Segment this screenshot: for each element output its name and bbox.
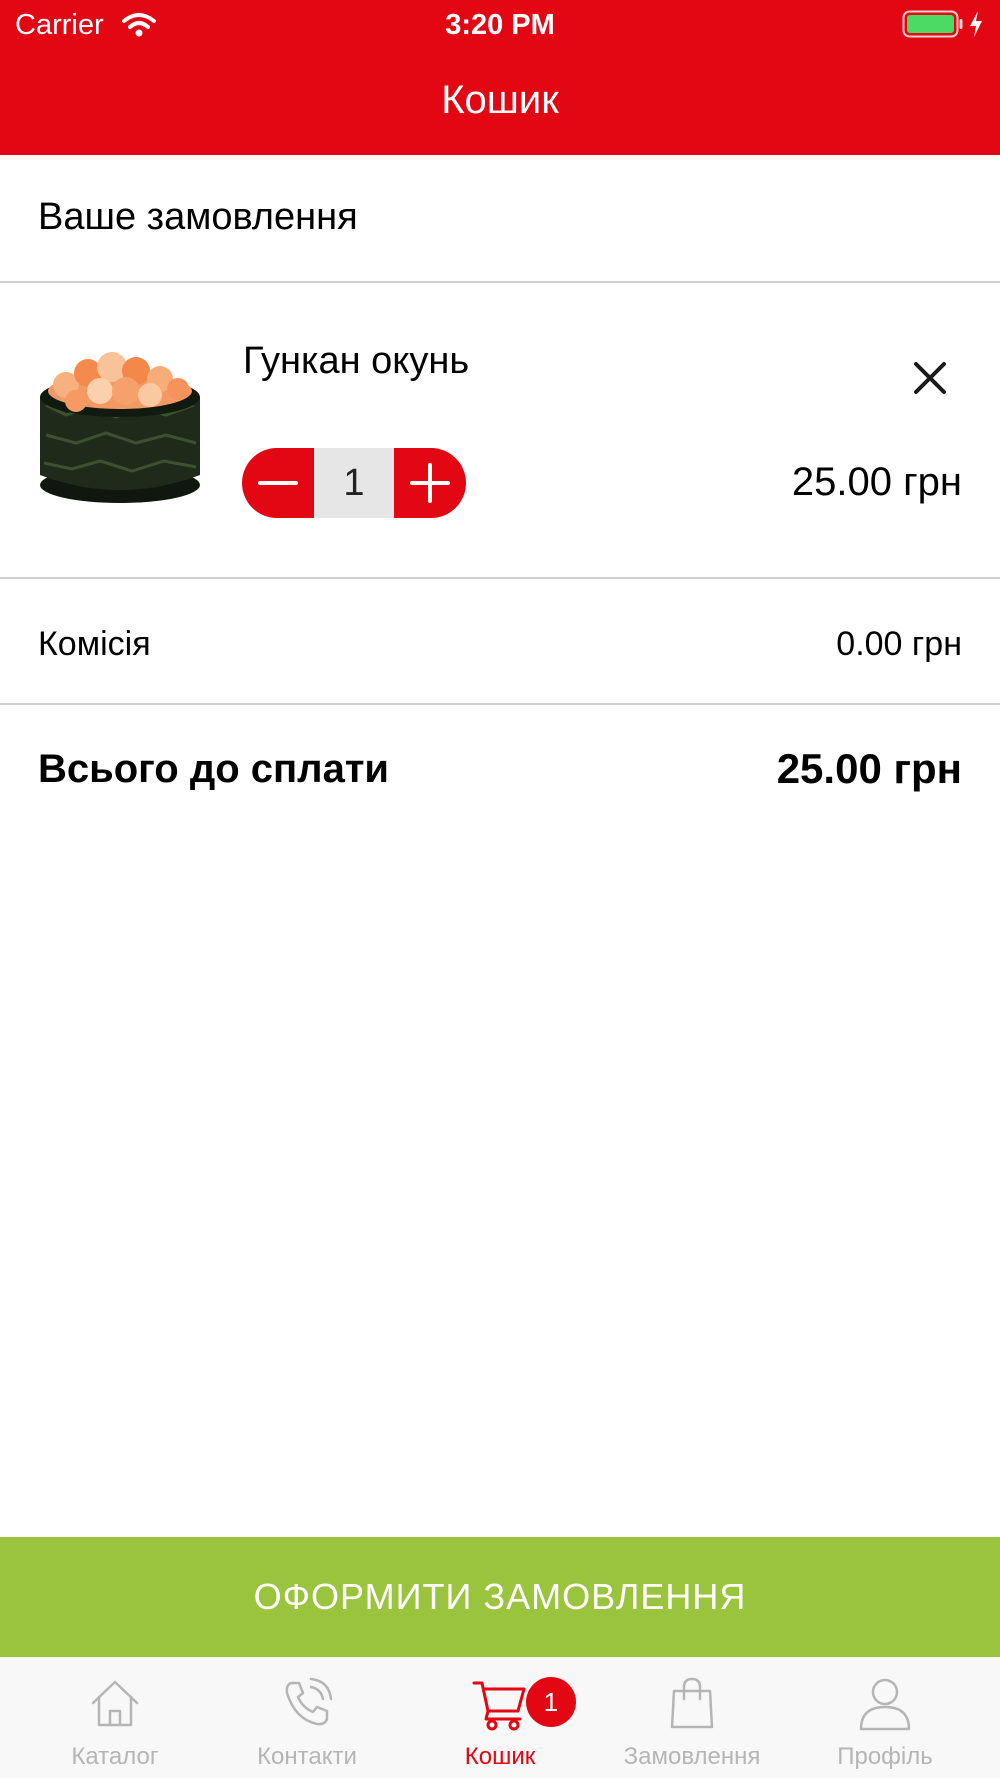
total-label: Всього до сплати (38, 747, 390, 791)
header: Carrier 3:20 PM Кошик (0, 0, 1000, 155)
tab-contacts[interactable]: Контакти (207, 1657, 407, 1778)
item-price: 25.00 грн (791, 460, 962, 504)
cart-icon (472, 1681, 526, 1731)
status-bar: Carrier 3:20 PM (0, 0, 1000, 52)
tab-label: Замовлення (623, 1743, 761, 1770)
tab-orders[interactable]: Замовлення (592, 1657, 792, 1778)
phone-icon (285, 1677, 333, 1726)
increase-quantity-button[interactable] (394, 448, 466, 518)
item-name: Гункан окунь (243, 340, 470, 382)
commission-label: Комісія (38, 625, 151, 663)
tab-label: Профіль (837, 1743, 933, 1770)
minus-icon (258, 481, 298, 485)
plus-icon (410, 463, 450, 503)
quantity-stepper: 1 (242, 448, 466, 518)
gunkan-sushi-photo (36, 345, 204, 510)
home-icon (91, 1680, 139, 1727)
tab-profile[interactable]: Профіль (785, 1657, 985, 1778)
battery-icon (902, 10, 964, 43)
remove-item-button[interactable] (908, 356, 952, 400)
decrease-quantity-button[interactable] (242, 448, 314, 518)
cart-screen: Carrier 3:20 PM Кошик Ваше замовлення Гу… (0, 0, 1000, 1778)
tab-label: Контакти (257, 1743, 357, 1770)
cart-badge: 1 (526, 1677, 576, 1727)
divider (0, 281, 1000, 283)
close-icon (914, 362, 946, 394)
status-time: 3:20 PM (445, 9, 555, 41)
checkout-button[interactable]: ОФОРМИТИ ЗАМОВЛЕННЯ (0, 1537, 1000, 1657)
page-title: Кошик (441, 78, 559, 122)
charging-icon (968, 10, 984, 43)
quantity-value: 1 (314, 448, 394, 518)
tab-label: Каталог (71, 1743, 159, 1770)
order-section-title: Ваше замовлення (38, 196, 358, 238)
profile-icon (859, 1678, 911, 1731)
bag-icon (670, 1677, 714, 1729)
commission-value: 0.00 грн (836, 625, 962, 663)
total-value: 25.00 грн (776, 745, 962, 792)
tab-bar: Каталог Контакти Кошик Замовлення Профіл… (0, 1657, 1000, 1778)
tab-label: Кошик (464, 1743, 536, 1770)
divider (0, 703, 1000, 705)
tab-catalog[interactable]: Каталог (15, 1657, 215, 1778)
divider (0, 577, 1000, 579)
